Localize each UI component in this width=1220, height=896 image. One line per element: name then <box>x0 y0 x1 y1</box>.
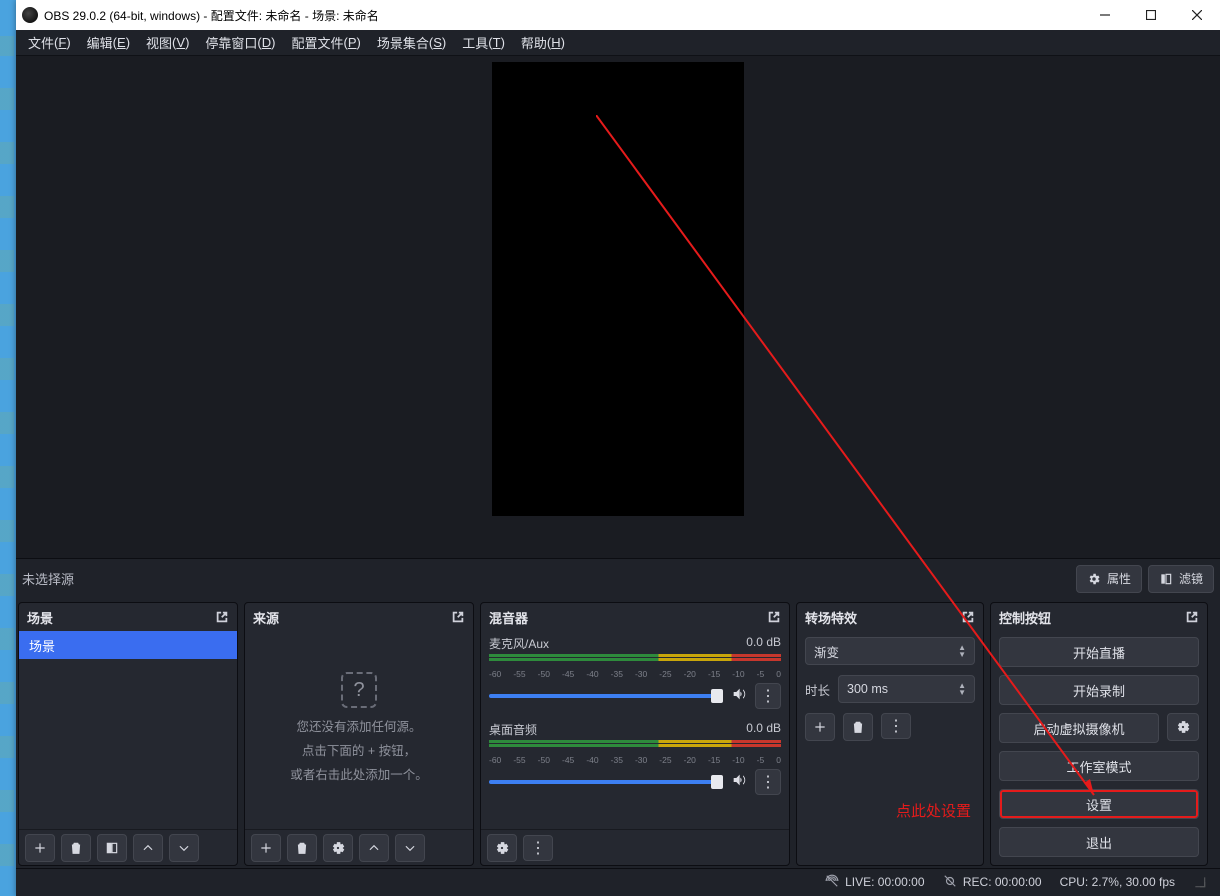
popout-icon[interactable] <box>1185 610 1199 624</box>
channel-menu-button[interactable]: ⋮ <box>755 769 781 795</box>
menu-dock[interactable]: 停靠窗口(D) <box>197 30 283 55</box>
obs-window: OBS 29.0.2 (64-bit, windows) - 配置文件: 未命名… <box>16 0 1220 896</box>
resize-grip-icon[interactable] <box>1193 875 1207 889</box>
remove-source-button[interactable] <box>287 834 317 862</box>
source-properties-button[interactable] <box>323 834 353 862</box>
minimize-button[interactable] <box>1082 0 1128 30</box>
scene-item[interactable]: 场景 <box>19 631 237 659</box>
mixer-dock: 混音器 麦克风/Aux0.0 dB -60-55-50-45-40-35-30-… <box>480 602 790 866</box>
transitions-dock: 转场特效 渐变▲▼ 时长 300 ms▲▼ ⋮ <box>796 602 984 866</box>
obs-icon <box>22 7 38 23</box>
sources-empty[interactable]: ? 您还没有添加任何源。 点击下面的 + 按钮， 或者右击此处添加一个。 <box>245 631 473 829</box>
source-up-button[interactable] <box>359 834 389 862</box>
remove-transition-button[interactable] <box>843 713 873 741</box>
transition-select[interactable]: 渐变▲▼ <box>805 637 975 665</box>
vu-meter <box>489 740 781 754</box>
start-stream-button[interactable]: 开始直播 <box>999 637 1199 667</box>
duration-label: 时长 <box>805 680 830 699</box>
live-status: LIVE: 00:00:00 <box>825 874 925 889</box>
filters-button[interactable]: 滤镜 <box>1148 565 1214 593</box>
exit-button[interactable]: 退出 <box>999 827 1199 857</box>
start-vcam-button[interactable]: 启动虚拟摄像机 <box>999 713 1159 743</box>
meter-ticks: -60-55-50-45-40-35-30-25-20-15-10-50 <box>489 755 781 765</box>
mixer-title: 混音器 <box>489 608 528 627</box>
scene-up-button[interactable] <box>133 834 163 862</box>
docks-row: 场景 场景 来源 ? 您还没有添加任何源。 点击下面的 + 按钮， <box>16 598 1220 868</box>
preview-area[interactable] <box>16 56 1220 558</box>
properties-button[interactable]: 属性 <box>1076 565 1142 593</box>
rec-status: REC: 00:00:00 <box>943 874 1042 889</box>
mixer-channel-desktop: 桌面音频0.0 dB -60-55-50-45-40-35-30-25-20-1… <box>489 721 781 795</box>
maximize-button[interactable] <box>1128 0 1174 30</box>
volume-slider[interactable] <box>489 780 723 784</box>
duration-input[interactable]: 300 ms▲▼ <box>838 675 975 703</box>
speaker-icon[interactable] <box>731 686 747 707</box>
status-bar: LIVE: 00:00:00 REC: 00:00:00 CPU: 2.7%, … <box>16 868 1220 894</box>
preview-canvas[interactable] <box>492 62 744 516</box>
menu-tools[interactable]: 工具(T) <box>454 30 513 55</box>
menu-file[interactable]: 文件(F) <box>20 30 79 55</box>
mixer-channel-mic: 麦克风/Aux0.0 dB -60-55-50-45-40-35-30-25-2… <box>489 635 781 709</box>
desktop-hint <box>0 36 14 866</box>
scenes-dock: 场景 场景 <box>18 602 238 866</box>
mixer-settings-button[interactable] <box>487 834 517 862</box>
studio-mode-button[interactable]: 工作室模式 <box>999 751 1199 781</box>
channel-menu-button[interactable]: ⋮ <box>755 683 781 709</box>
menu-scene-collection[interactable]: 场景集合(S) <box>369 30 454 55</box>
controls-title: 控制按钮 <box>999 608 1051 627</box>
menu-edit[interactable]: 编辑(E) <box>79 30 138 55</box>
window-title: OBS 29.0.2 (64-bit, windows) - 配置文件: 未命名… <box>44 7 1082 24</box>
controls-dock: 控制按钮 开始直播 开始录制 启动虚拟摄像机 工作室模式 设置 退出 <box>990 602 1208 866</box>
menu-profile[interactable]: 配置文件(P) <box>284 30 369 55</box>
scene-down-button[interactable] <box>169 834 199 862</box>
vcam-settings-button[interactable] <box>1167 713 1199 741</box>
popout-icon[interactable] <box>451 610 465 624</box>
close-button[interactable] <box>1174 0 1220 30</box>
menu-view[interactable]: 视图(V) <box>138 30 197 55</box>
no-source-label: 未选择源 <box>22 569 74 588</box>
title-bar: OBS 29.0.2 (64-bit, windows) - 配置文件: 未命名… <box>16 0 1220 30</box>
add-source-button[interactable] <box>251 834 281 862</box>
question-icon: ? <box>341 672 377 708</box>
context-toolbar: 未选择源 属性 滤镜 <box>16 558 1220 598</box>
add-transition-button[interactable] <box>805 713 835 741</box>
speaker-icon[interactable] <box>731 772 747 793</box>
sources-title: 来源 <box>253 608 279 627</box>
transitions-title: 转场特效 <box>805 608 857 627</box>
menu-bar: 文件(F) 编辑(E) 视图(V) 停靠窗口(D) 配置文件(P) 场景集合(S… <box>16 30 1220 56</box>
settings-button[interactable]: 设置 <box>999 789 1199 819</box>
remove-scene-button[interactable] <box>61 834 91 862</box>
source-down-button[interactable] <box>395 834 425 862</box>
meter-ticks: -60-55-50-45-40-35-30-25-20-15-10-50 <box>489 669 781 679</box>
cpu-status: CPU: 2.7%, 30.00 fps <box>1060 875 1175 889</box>
vu-meter <box>489 654 781 668</box>
popout-icon[interactable] <box>767 610 781 624</box>
popout-icon[interactable] <box>215 610 229 624</box>
popout-icon[interactable] <box>961 610 975 624</box>
mixer-menu-button[interactable]: ⋮ <box>523 835 553 861</box>
scene-filter-button[interactable] <box>97 834 127 862</box>
volume-slider[interactable] <box>489 694 723 698</box>
transition-menu-button[interactable]: ⋮ <box>881 713 911 739</box>
add-scene-button[interactable] <box>25 834 55 862</box>
start-record-button[interactable]: 开始录制 <box>999 675 1199 705</box>
sources-dock: 来源 ? 您还没有添加任何源。 点击下面的 + 按钮， 或者右击此处添加一个。 <box>244 602 474 866</box>
scenes-title: 场景 <box>27 608 53 627</box>
menu-help[interactable]: 帮助(H) <box>513 30 573 55</box>
